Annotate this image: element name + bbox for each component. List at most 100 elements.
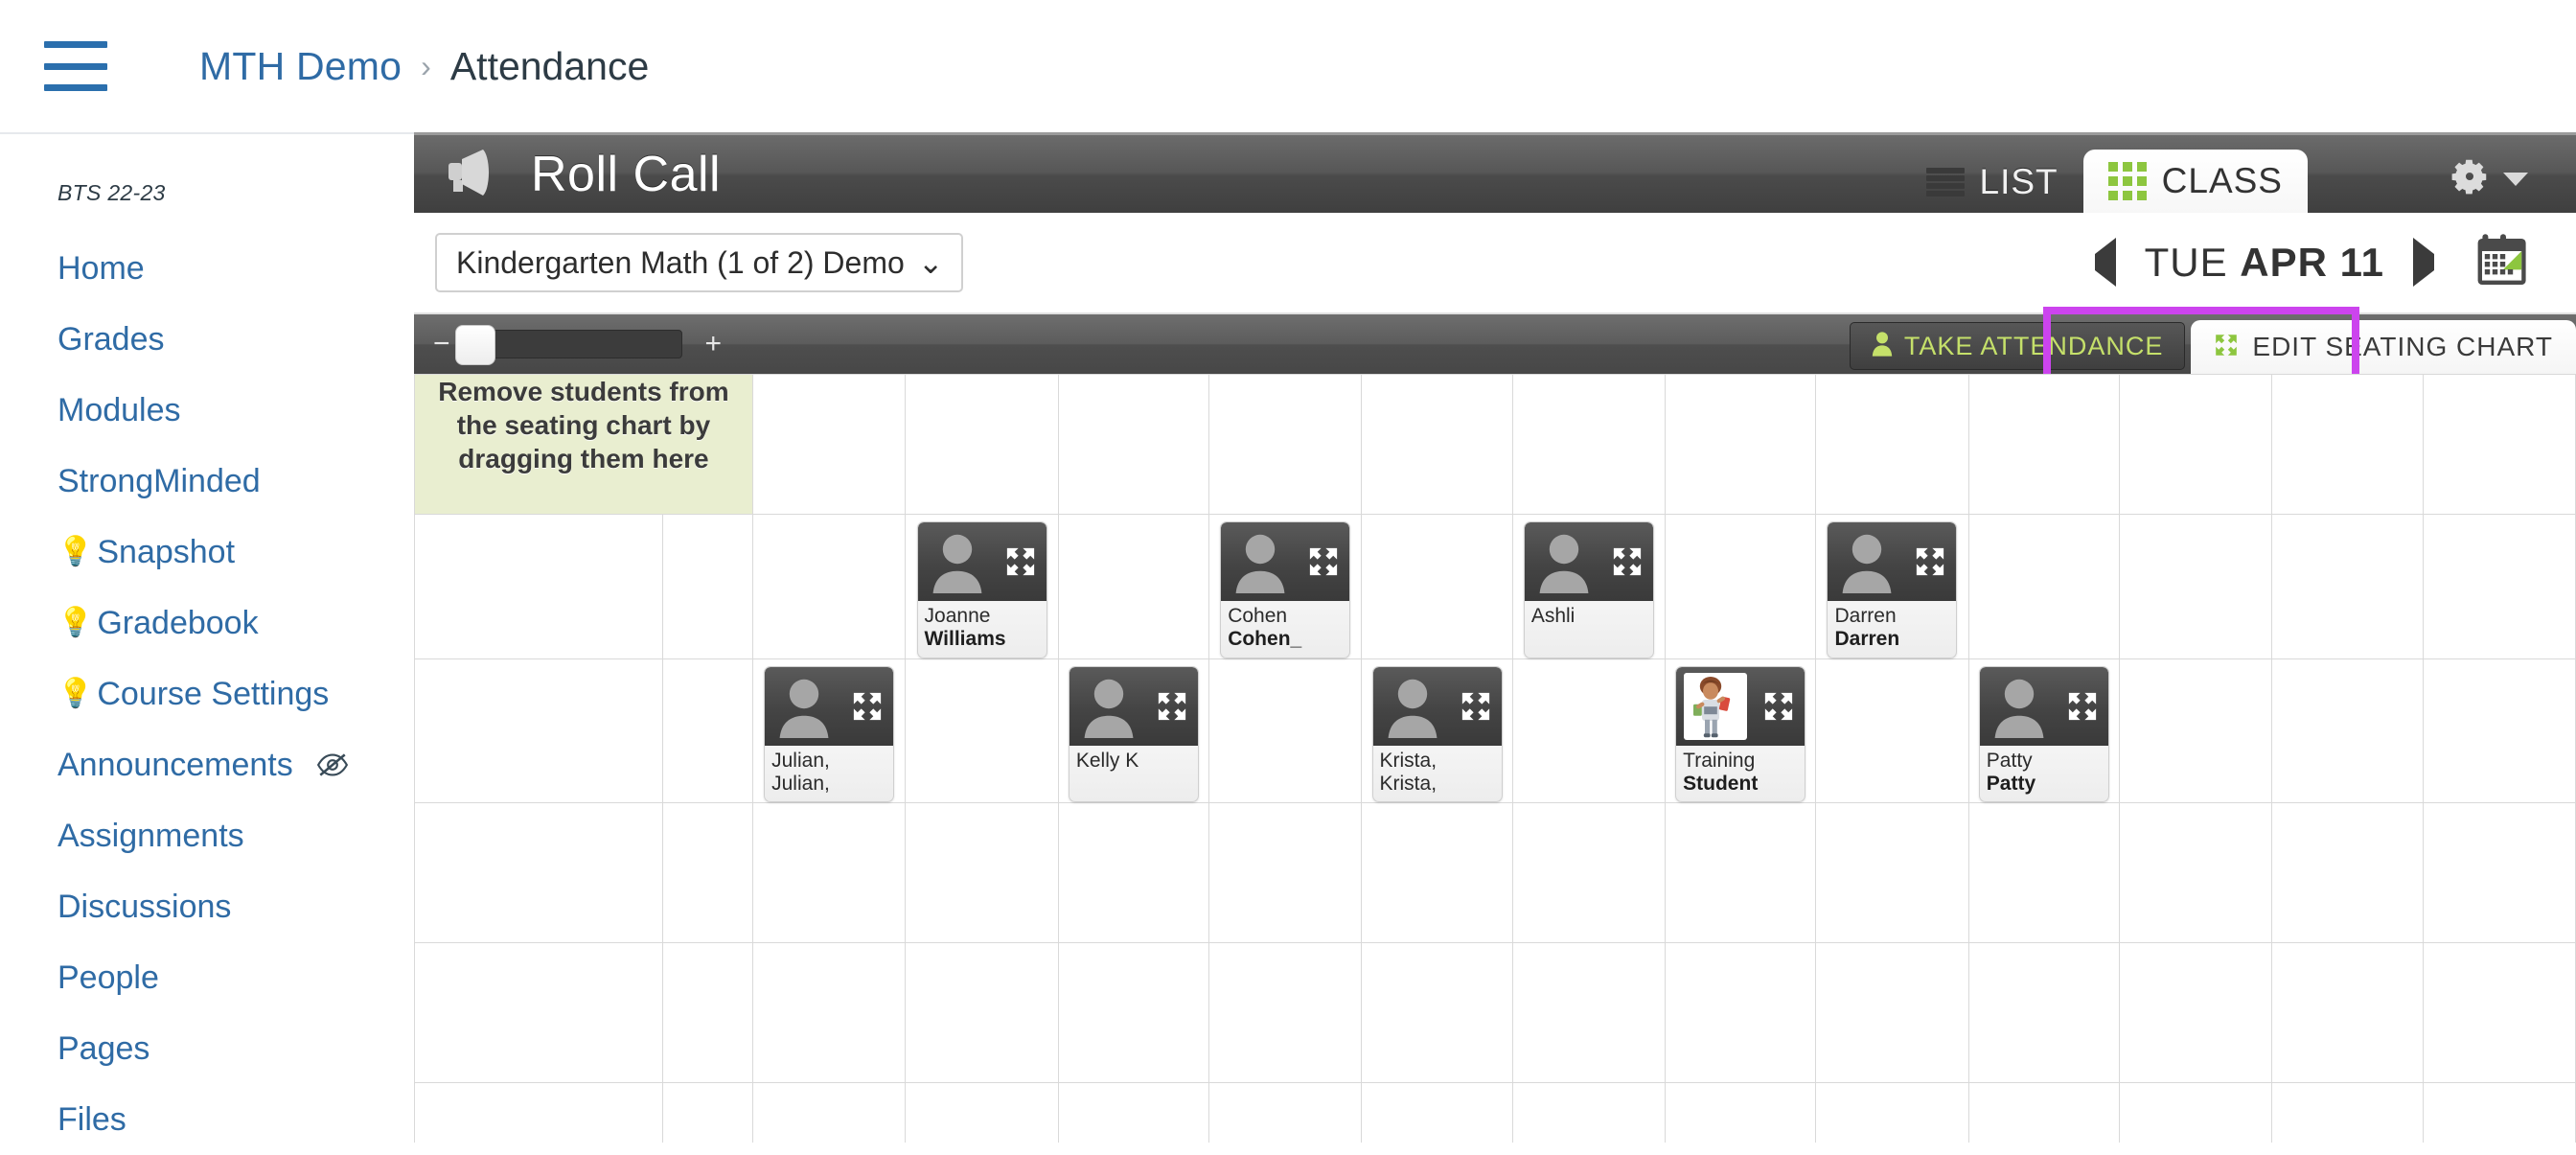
seat-cell[interactable] [751,802,907,944]
zoom-slider-handle[interactable] [454,325,495,365]
seat-cell[interactable] [1665,374,1817,515]
seat-cell[interactable] [2118,1082,2273,1143]
seat-cell[interactable] [1511,374,1667,515]
student-card[interactable]: Darren Darren [1827,521,1958,658]
student-card[interactable]: Cohen Cohen_ [1220,521,1351,658]
seat-cell[interactable] [1665,942,1817,1084]
seat-cell[interactable] [1057,1082,1209,1143]
sidebar-item-announcements[interactable]: Announcements [0,729,414,800]
seat-cell[interactable] [1665,514,1817,659]
previous-day-button[interactable] [2094,238,2116,287]
sidebar-item-strongminded[interactable]: StrongMinded [0,446,414,517]
seat-cell[interactable] [1511,658,1667,804]
course-select[interactable]: Kindergarten Math (1 of 2) Demo ⌄ [435,233,963,292]
seat-cell[interactable] [662,1082,753,1143]
seat-cell[interactable]: Krista, Krista, [1361,658,1513,804]
seat-cell[interactable] [2422,374,2576,515]
seat-cell[interactable] [1057,374,1209,515]
seat-cell[interactable] [662,802,753,944]
sidebar-item-pages[interactable]: Pages [0,1013,414,1084]
hamburger-icon[interactable] [44,41,107,91]
seat-cell[interactable] [1967,514,2120,659]
seat-cell[interactable] [1361,942,1513,1084]
move-arrows-icon[interactable] [1914,545,1946,583]
seat-cell[interactable] [2271,1082,2424,1143]
seat-cell[interactable] [414,942,664,1084]
seat-cell[interactable] [414,658,664,804]
seat-cell[interactable] [1057,514,1209,659]
seat-cell[interactable] [1208,942,1363,1084]
student-card[interactable]: Julian, Julian, [764,665,895,803]
move-arrows-icon[interactable] [1460,690,1492,728]
seat-cell[interactable] [2271,802,2424,944]
seat-cell[interactable] [2118,374,2273,515]
seat-cell[interactable] [905,942,1059,1084]
sidebar-item-grades[interactable]: Grades [0,304,414,375]
move-arrows-icon[interactable] [851,690,884,728]
next-day-button[interactable] [2413,238,2434,287]
student-card[interactable]: Training Student [1675,665,1806,803]
seat-cell[interactable] [662,514,753,659]
seat-cell[interactable] [905,658,1059,804]
seat-cell[interactable] [1815,942,1969,1084]
seat-cell[interactable] [2422,514,2576,659]
zoom-in-button[interactable]: + [705,330,723,358]
seat-cell[interactable] [414,514,664,659]
seat-cell[interactable]: Joanne Williams [905,514,1059,659]
settings-menu-button[interactable] [2448,154,2528,203]
seat-cell[interactable] [1967,942,2120,1084]
sidebar-item-assignments[interactable]: Assignments [0,800,414,871]
seat-cell[interactable] [751,514,907,659]
sidebar-item-people[interactable]: People [0,942,414,1013]
seat-cell[interactable] [1057,942,1209,1084]
tab-class[interactable]: CLASS [2082,150,2308,213]
calendar-icon[interactable] [2476,233,2536,293]
seat-cell[interactable] [2271,374,2424,515]
take-attendance-button[interactable]: TAKE ATTENDANCE [1849,322,2186,370]
seat-cell[interactable] [414,1082,664,1143]
seat-cell[interactable] [1815,802,1969,944]
seat-cell[interactable] [414,802,664,944]
seat-cell[interactable] [1361,1082,1513,1143]
seat-cell[interactable]: Patty Patty [1967,658,2120,804]
sidebar-item-discussions[interactable]: Discussions [0,871,414,942]
seat-cell[interactable] [1361,802,1513,944]
move-arrows-icon[interactable] [1156,690,1188,728]
sidebar-item-modules[interactable]: Modules [0,375,414,446]
seat-cell[interactable] [2271,514,2424,659]
seat-cell[interactable] [2271,942,2424,1084]
sidebar-item-course-settings[interactable]: 💡 Course Settings [0,658,414,729]
seat-cell[interactable] [662,942,753,1084]
move-arrows-icon[interactable] [2066,690,2099,728]
seat-cell[interactable]: Kelly K [1057,658,1209,804]
seat-cell[interactable] [751,942,907,1084]
seat-cell[interactable] [1665,1082,1817,1143]
breadcrumb-course-link[interactable]: MTH Demo [199,44,402,89]
zoom-out-button[interactable]: − [433,330,450,358]
seat-cell[interactable] [751,1082,907,1143]
sidebar-item-gradebook[interactable]: 💡 Gradebook [0,588,414,658]
seat-cell[interactable] [905,802,1059,944]
zoom-slider[interactable] [454,325,682,365]
seat-cell[interactable] [662,658,753,804]
seat-cell[interactable] [1361,374,1513,515]
seat-cell[interactable] [2422,942,2576,1084]
seat-cell[interactable] [1967,1082,2120,1143]
seat-cell[interactable] [2118,802,2273,944]
seat-cell[interactable] [2422,1082,2576,1143]
remove-students-dropzone[interactable]: Remove students from the seating chart b… [414,374,753,515]
seat-cell[interactable]: Julian, Julian, [751,658,907,804]
move-arrows-icon[interactable] [1762,690,1795,728]
student-card[interactable]: Ashli [1523,521,1654,658]
seat-cell[interactable] [1208,658,1363,804]
seat-cell[interactable] [2422,802,2576,944]
move-arrows-icon[interactable] [1307,545,1340,583]
seat-cell[interactable] [1815,1082,1969,1143]
seat-cell[interactable] [2271,658,2424,804]
seat-cell[interactable]: Cohen Cohen_ [1208,514,1363,659]
seat-cell[interactable] [1665,802,1817,944]
move-arrows-icon[interactable] [1004,545,1037,583]
seat-cell[interactable] [1208,374,1363,515]
seat-cell[interactable] [1815,374,1969,515]
seat-cell[interactable] [905,374,1059,515]
